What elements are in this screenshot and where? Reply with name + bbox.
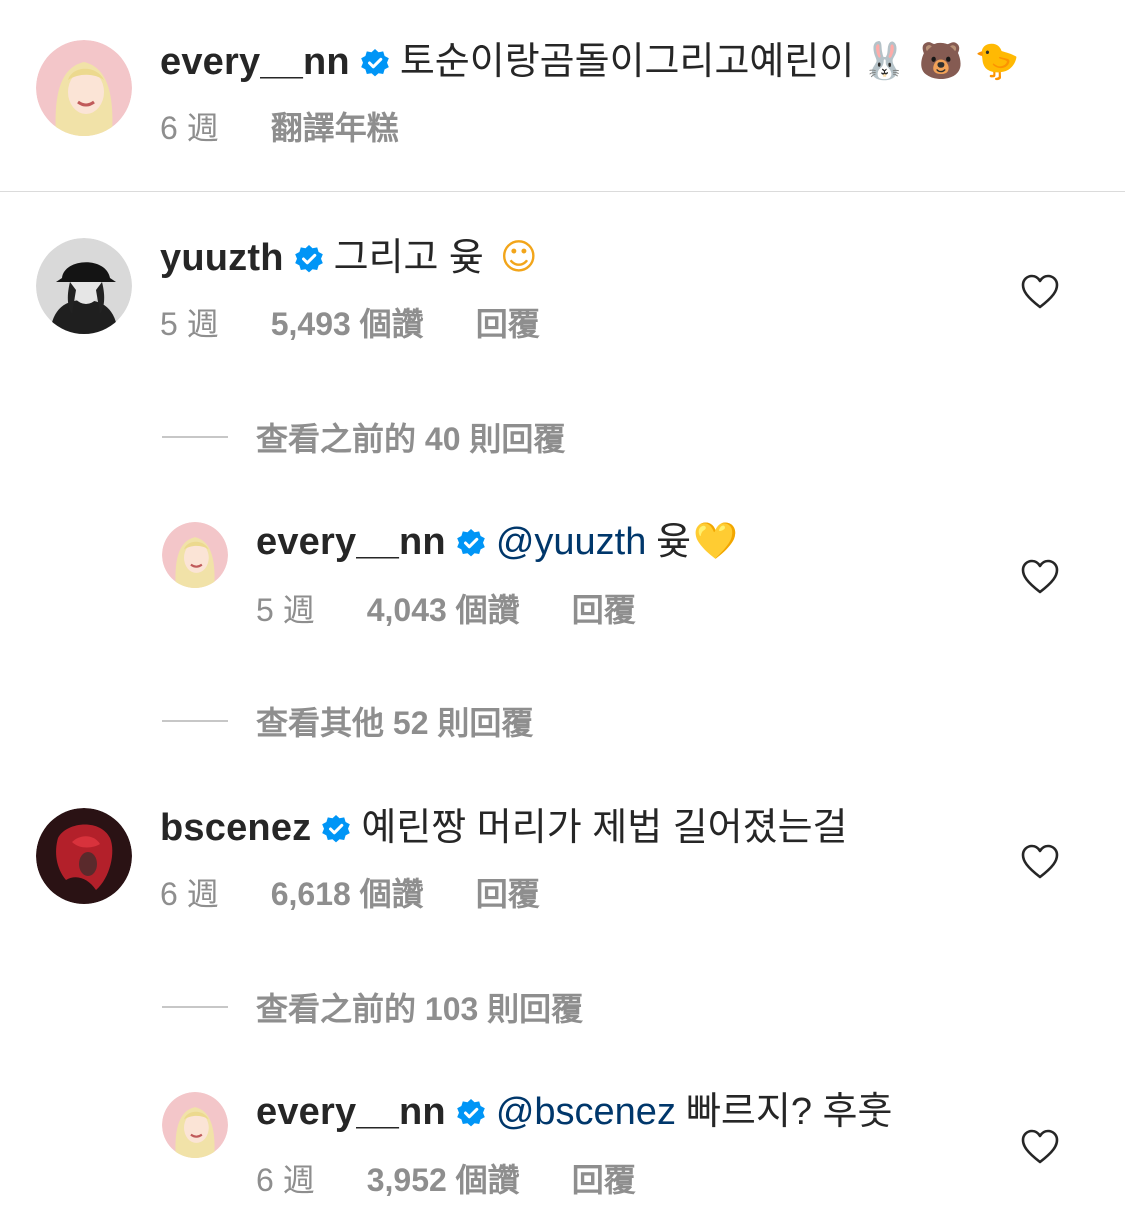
thread-dash: [162, 720, 228, 722]
comment-likes-count[interactable]: 5,493 個讚: [271, 304, 424, 344]
reply-username[interactable]: every__nn: [256, 520, 446, 564]
caption-emojis: 🐰 🐻 🐤: [862, 41, 1020, 82]
translate-button[interactable]: 翻譯年糕: [271, 108, 399, 148]
reply-button[interactable]: 回覆: [476, 874, 540, 914]
smiling-face-emoji: ☺: [500, 237, 538, 278]
heart-outline-icon[interactable]: [1021, 559, 1059, 595]
reply-text: 윶: [656, 521, 692, 563]
reply-username[interactable]: every__nn: [256, 1090, 446, 1134]
reply-time: 6 週: [256, 1162, 315, 1198]
verified-badge-icon: [360, 48, 390, 78]
thread-dash: [162, 436, 228, 438]
comment-username[interactable]: bscenez: [160, 806, 311, 850]
reply-likes-count[interactable]: 4,043 個讚: [367, 590, 520, 630]
verified-badge-icon: [456, 528, 486, 558]
comment-time: 6 週: [160, 876, 219, 912]
view-previous-replies[interactable]: 查看之前的 40 則回覆: [162, 414, 565, 460]
verified-badge-icon: [456, 1098, 486, 1128]
view-replies-label[interactable]: 查看其他 52 則回覆: [256, 698, 533, 744]
heart-outline-icon[interactable]: [1021, 844, 1059, 880]
avatar-bscenez[interactable]: [36, 808, 132, 904]
comment-time: 5 週: [160, 306, 219, 342]
avatar-every-nn[interactable]: [36, 40, 132, 136]
caption-username[interactable]: every__nn: [160, 40, 350, 84]
view-previous-replies[interactable]: 查看之前的 103 則回覆: [162, 984, 583, 1030]
reply-button[interactable]: 回覆: [572, 590, 636, 630]
caption-time: 6 週: [160, 110, 219, 146]
avatar-yuuzth[interactable]: [36, 238, 132, 334]
yellow-heart-emoji: 💛: [693, 521, 739, 562]
verified-badge-icon: [321, 814, 351, 844]
mention-link[interactable]: @bscenez: [496, 1090, 676, 1134]
reply-button[interactable]: 回覆: [572, 1160, 636, 1200]
reply-button[interactable]: 回覆: [476, 304, 540, 344]
verified-badge-icon: [294, 244, 324, 274]
reply-text: 빠르지? 후훗: [685, 1091, 893, 1133]
avatar-every-nn[interactable]: [162, 1092, 228, 1158]
reply-time: 5 週: [256, 592, 315, 628]
caption-text: 토순이랑곰돌이그리고예린이: [399, 41, 855, 83]
view-more-replies[interactable]: 查看其他 52 則回覆: [162, 698, 533, 744]
view-replies-label[interactable]: 查看之前的 103 則回覆: [256, 984, 583, 1030]
avatar-every-nn[interactable]: [162, 522, 228, 588]
mention-link[interactable]: @yuuzth: [496, 520, 647, 564]
view-replies-label[interactable]: 查看之前的 40 則回覆: [256, 414, 565, 460]
comment-username[interactable]: yuuzth: [160, 236, 284, 280]
thread-dash: [162, 1006, 228, 1008]
heart-outline-icon[interactable]: [1021, 274, 1059, 310]
comment-text: 그리고 윶: [333, 237, 485, 279]
reply-likes-count[interactable]: 3,952 個讚: [367, 1160, 520, 1200]
heart-outline-icon[interactable]: [1021, 1129, 1059, 1165]
comment-likes-count[interactable]: 6,618 個讚: [271, 874, 424, 914]
caption-divider: [0, 191, 1125, 192]
comment-text: 예린짱 머리가 제법 길어졌는걸: [361, 807, 848, 849]
